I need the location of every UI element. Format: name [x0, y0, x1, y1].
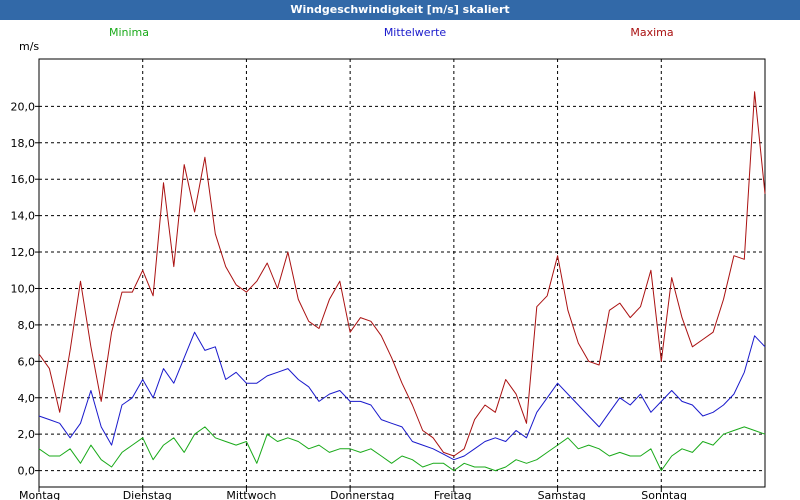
y-tick-label: 10,0 — [11, 282, 36, 295]
plot-area — [38, 58, 766, 488]
y-axis-label: m/s — [19, 40, 39, 53]
legend-minima: Minima — [109, 26, 149, 39]
y-tick-label: 0,0 — [18, 465, 36, 478]
y-tick-label: 18,0 — [11, 137, 36, 150]
legend: Minima Mittelwerte Maxima — [109, 26, 674, 39]
x-tick-day-label: Sonntag — [641, 489, 687, 500]
y-tick-label: 6,0 — [18, 355, 36, 368]
legend-maxima: Maxima — [630, 26, 673, 39]
y-tick-label: 16,0 — [11, 173, 36, 186]
y-axis: 0,0 2,0 4,0 6,0 8,0 10,0 12,0 14,0 16,0 18,0 20,0 — [11, 100, 39, 478]
x-tick-day-label: Dienstag — [123, 489, 172, 500]
y-tick-label: 8,0 — [18, 319, 36, 332]
y-tick-label: 4,0 — [18, 392, 36, 405]
legend-mittelwerte: Mittelwerte — [384, 26, 447, 39]
x-tick-day-label: Freitag — [434, 489, 472, 500]
chart-plot: 0,02,04,06,08,010,012,014,016,018,020,0 … — [11, 26, 766, 500]
x-tick-day-label: Mittwoch — [226, 489, 276, 500]
x-tick-day-label: Samstag — [538, 489, 586, 500]
x-tick-day-label: Donnerstag — [330, 489, 394, 500]
x-tick-day-label: Montag — [19, 489, 60, 500]
y-tick-label: 12,0 — [11, 246, 36, 259]
y-tick-label: 20,0 — [11, 100, 36, 113]
chart-title: Windgeschwindigkeit [m/s] skaliert — [0, 0, 800, 20]
y-tick-label: 2,0 — [18, 428, 36, 441]
x-axis: Montag07.01.19Dienstag08.01.19Mittwoch09… — [19, 487, 687, 500]
y-tick-label: 14,0 — [11, 210, 36, 223]
